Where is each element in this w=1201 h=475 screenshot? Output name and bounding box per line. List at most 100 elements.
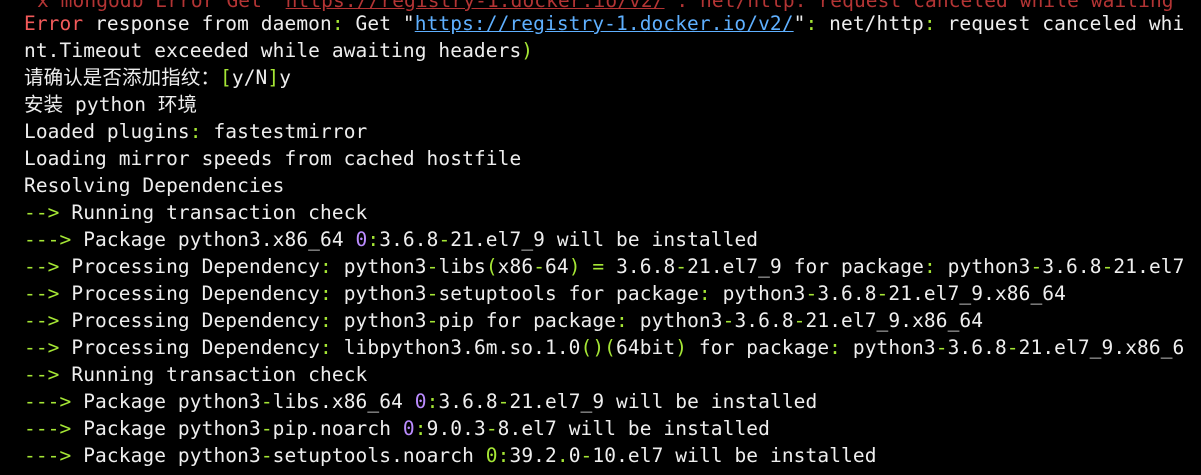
terminal-text-segment: ) <box>521 39 534 62</box>
terminal-line: 请确认是否添加指纹：[y/N]y <box>24 64 291 91</box>
terminal-text-segment: : <box>320 336 332 359</box>
terminal-text-segment: - <box>793 309 806 332</box>
terminal-text-segment: python3 <box>841 336 936 359</box>
terminal-text-segment: 0 <box>414 390 427 413</box>
terminal-text-segment: Package python3 <box>71 417 261 440</box>
terminal-text-segment: python3 <box>935 255 1031 278</box>
terminal-text-segment: 21.el7_9 will be installed <box>509 390 818 413</box>
terminal-text-segment: ---> <box>24 228 72 251</box>
terminal-text-segment: 0 <box>402 417 415 440</box>
terminal-text-segment: 21.el7_9.x86_64 <box>805 309 984 332</box>
terminal-line: ---> Package python3.x86_64 0:3.6.8-21.e… <box>24 226 758 253</box>
terminal-text-segment: : <box>698 282 711 305</box>
terminal-text-segment: libs.x86_64 <box>272 390 415 413</box>
terminal-line: Error response from daemon: Get "https:/… <box>24 10 1184 37</box>
terminal-text-segment: Processing Dependency <box>59 336 321 359</box>
terminal-text-segment: - <box>497 390 510 413</box>
terminal-text-segment: 9.0.3 <box>426 417 486 440</box>
terminal-text-segment: Processing Dependency <box>59 255 321 278</box>
terminal-text-segment: Loading mirror speeds from cached hostfi… <box>24 147 522 170</box>
terminal-text-segment: ( <box>485 255 498 278</box>
terminal-text-segment: : <box>320 309 332 332</box>
terminal-line: Loaded plugins: fastestmirror <box>24 118 367 145</box>
terminal-text-segment: - <box>426 255 439 278</box>
terminal-text-segment: y/N <box>231 66 268 89</box>
terminal-line: nt.Timeout exceeded while awaiting heade… <box>24 37 533 64</box>
terminal-text-segment: --> <box>24 282 60 305</box>
terminal-text-segment: : <box>320 255 332 278</box>
terminal-text-segment: python3 <box>710 282 806 305</box>
terminal-text-segment: 0 <box>355 228 368 251</box>
terminal-text-segment: 3.6.8 <box>438 390 498 413</box>
terminal-text-segment: : <box>829 336 842 359</box>
terminal-line: 安装 python 环境 <box>24 91 197 118</box>
terminal-text-segment: 3.6.8 <box>379 228 439 251</box>
terminal-text-segment: ()( <box>580 336 617 359</box>
terminal-text-segment: Package python3 <box>71 444 261 467</box>
terminal-text-segment: 64 <box>545 255 569 278</box>
terminal-text-segment: Resolving Dependencies <box>24 174 285 197</box>
terminal-text-segment: Processing Dependency <box>59 309 321 332</box>
terminal-line: --> Running transaction check <box>24 199 367 226</box>
terminal-text-segment: : <box>497 444 510 467</box>
terminal-text-segment: y <box>279 66 292 89</box>
terminal-text-segment: ] <box>267 66 280 89</box>
terminal-text-segment: 64bit <box>616 336 676 359</box>
terminal-text-segment: : <box>805 12 818 35</box>
terminal-text-segment: : <box>923 12 936 35</box>
terminal-text-segment: 21.el7_9 for package <box>687 255 924 278</box>
terminal-text-segment: libpython3.6m.so.1.0 <box>331 336 581 359</box>
terminal-text-segment: ---> <box>24 390 72 413</box>
terminal-line: Resolving Dependencies <box>24 172 284 199</box>
terminal-text-segment: - <box>533 255 546 278</box>
terminal-text-segment: : <box>189 120 202 143</box>
terminal-text-segment: : <box>331 12 344 35</box>
terminal-text-segment: 3.6.8 <box>604 255 676 278</box>
terminal-text-segment: ) <box>675 336 688 359</box>
terminal-text-segment: - <box>935 336 948 359</box>
terminal-text-segment: - <box>1006 336 1019 359</box>
terminal-text-segment: - <box>438 228 451 251</box>
terminal-text-segment: : <box>367 228 380 251</box>
terminal-text-segment: --> <box>24 255 60 278</box>
terminal-text-segment: : <box>923 255 936 278</box>
terminal-window[interactable]: x mongodb Error Get "https://registry-1.… <box>0 0 1201 475</box>
terminal-text-segment: 10.el7 will be installed <box>592 444 877 467</box>
terminal-text-segment: python3 <box>627 309 723 332</box>
terminal-text-segment: : <box>616 309 628 332</box>
terminal-text-segment: libs <box>438 255 486 278</box>
terminal-text-segment: x86 <box>497 255 534 278</box>
terminal-text-segment: - <box>580 444 593 467</box>
terminal-text-segment: response from daemon <box>83 12 332 35</box>
terminal-text-segment: 21.el7 <box>1113 255 1185 278</box>
terminal-text-segment: " <box>793 12 806 35</box>
terminal-text-segment: setuptools for package <box>438 282 699 305</box>
terminal-text-segment: Get " <box>343 12 415 35</box>
terminal-text-segment: - <box>1101 255 1114 278</box>
terminal-text-segment: 8.el7 will be installed <box>497 417 770 440</box>
terminal-text-segment: : <box>414 417 427 440</box>
terminal-text-segment: - <box>426 282 439 305</box>
terminal-text-segment: setuptools.noarch <box>272 444 486 467</box>
terminal-text-segment: Loaded plugins <box>24 120 190 143</box>
terminal-line: --> Running transaction check <box>24 361 367 388</box>
terminal-text-segment: for package <box>687 336 830 359</box>
terminal-text-segment: 39.2 <box>509 444 557 467</box>
terminal-text-segment: - <box>675 255 688 278</box>
terminal-text-segment: [ <box>220 66 232 89</box>
terminal-line: --> Processing Dependency: python3-setup… <box>24 280 1066 307</box>
terminal-text-segment: ---> <box>24 417 72 440</box>
terminal-text-segment: 0 <box>568 444 581 467</box>
terminal-text-segment: - <box>260 417 273 440</box>
terminal-line: ---> Package python3 - setuptools.noarch 0… <box>24 442 877 469</box>
url-link[interactable]: https://registry-1.docker.io/v2/ <box>415 12 794 35</box>
terminal-line: ---> Package python3-pip.noarch 0:9.0.3-… <box>24 415 770 442</box>
terminal-text-segment: python3 <box>331 255 427 278</box>
terminal-text-segment: --> <box>24 336 60 359</box>
terminal-text-segment: ---> <box>24 444 72 467</box>
terminal-text-segment: Package python3 <box>71 390 261 413</box>
terminal-text-segment: - <box>1030 255 1043 278</box>
terminal-text-segment: python3 <box>331 309 427 332</box>
terminal-text-segment: --> <box>24 309 60 332</box>
terminal-text-segment: Error <box>24 12 84 35</box>
